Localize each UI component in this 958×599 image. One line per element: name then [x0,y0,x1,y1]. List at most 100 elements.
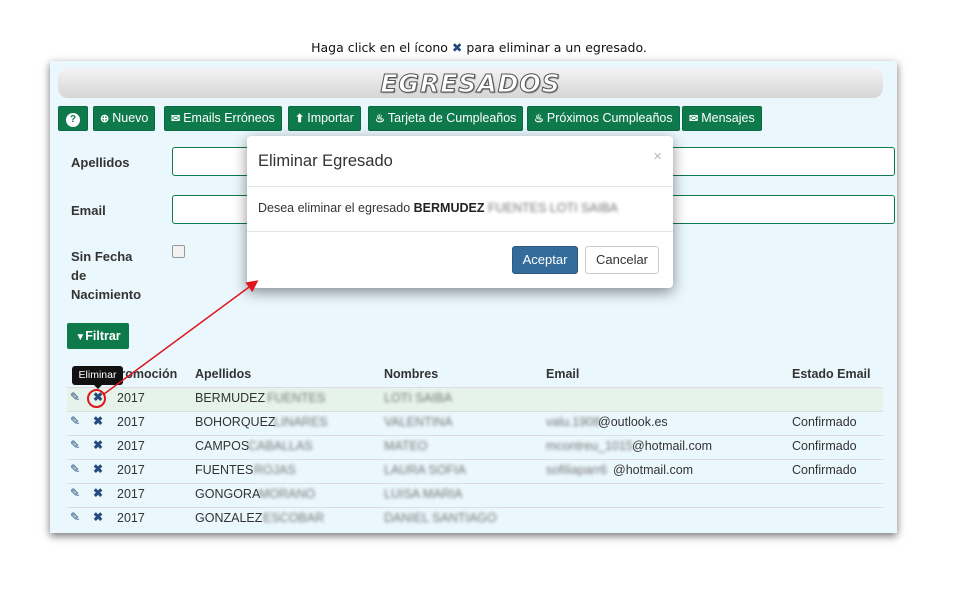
pencil-icon[interactable]: ✎ [70,486,80,500]
modal-message: Desea eliminar el egresado BERMUDEZ FUEN… [258,201,618,215]
close-icon[interactable]: ✖ [93,486,103,500]
table-row[interactable]: ✎ ✖ 2017 BOHORQUEZ LINARES VALENTINA val… [67,411,883,435]
modal-title: Eliminar Egresado [258,152,393,170]
sin-fecha-checkbox[interactable] [172,245,185,258]
nuevo-button[interactable]: ⊕ Nuevo [93,106,156,131]
instruction-text-before: Haga click en el ícono [311,40,448,55]
emails-erroneos-label: Emails Erróneos [183,111,275,125]
cancelar-button[interactable]: Cancelar [585,246,659,274]
nombres-cell: DANIEL SANTIAGO [384,511,497,525]
filtrar-button[interactable]: ▼Filtrar [67,323,129,349]
sin-fecha-label-1: Sin Fecha [71,249,133,264]
nombres-cell: LAURA SOFIA [384,463,466,477]
close-icon[interactable]: ✖ [93,510,103,524]
estado-cell: Confirmado [792,463,857,477]
header-apellidos[interactable]: Apellidos [195,367,251,381]
instruction-text-after: para eliminar a un egresado. [466,40,647,55]
modal-message-name-blurred: FUENTES LOTI SAIBA [487,201,618,215]
arrow-up-icon: ⬆ [295,113,305,125]
nombres-cell: MATEO [384,439,428,453]
apellido-blurred-cell: ROJAS [254,463,296,477]
email-label: Email [71,203,106,218]
nombres-cell: LUISA MARIA [384,487,463,501]
apellido-cell: CAMPOS [195,439,250,453]
close-icon[interactable]: ✖ [93,414,103,428]
close-icon[interactable]: × [653,148,662,165]
tarjeta-label: Tarjeta de Cumpleaños [387,111,517,125]
close-icon[interactable]: ✖ [93,438,103,452]
importar-label: Importar [307,111,354,125]
proximos-cumpleanos-button[interactable]: ♨ Próximos Cumpleaños [527,106,680,131]
sin-fecha-label-2: de [71,268,87,283]
table-row[interactable]: ✎ ✖ 2017 BERMUDEZ FUENTES LOTI SAIBA [67,387,883,411]
envelope-icon: ✉ [171,113,181,125]
email-domain-cell: @outlook.es [598,415,668,429]
table-row[interactable]: ✎ ✖ 2017 CAMPOS CABALLAS MATEO mcontreu_… [67,435,883,459]
help-button[interactable]: ? [58,106,88,131]
instruction-caption: Haga click en el ícono ✖ para eliminar a… [0,40,958,55]
filter-icon: ▼ [75,332,86,343]
header-estado-email[interactable]: Estado Email [792,367,871,381]
apellido-blurred-cell: CABALLAS [248,439,313,453]
promocion-cell: 2017 [117,463,145,477]
email-domain-cell: @hotmail.com [613,463,694,477]
egresados-panel: EGRESADOS ? ⊕ Nuevo ✉ Emails Erróneos ⬆ Imp… [50,61,897,533]
eliminar-tooltip: Eliminar [72,366,123,389]
envelope-icon: ✉ [689,113,699,125]
promocion-cell: 2017 [117,391,145,405]
modal-body: Desea eliminar el egresado BERMUDEZ FUEN… [247,187,673,232]
emails-erroneos-button[interactable]: ✉ Emails Erróneos [164,106,282,131]
promocion-cell: 2017 [117,511,145,525]
modal-message-prefix: Desea eliminar el egresado [258,201,411,215]
apellido-cell: BOHORQUEZ [195,415,276,429]
apellido-blurred-cell: ESCOBAR [263,511,325,525]
modal-header: Eliminar Egresado × [247,136,673,187]
birthday-cake-icon: ♨ [534,113,544,125]
page-title: EGRESADOS [380,69,561,99]
table-row[interactable]: ✎ ✖ 2017 FUENTES ROJAS LAURA SOFIA sofil… [67,459,883,483]
proximos-label: Próximos Cumpleaños [546,111,673,125]
pencil-icon[interactable]: ✎ [70,390,80,404]
close-icon[interactable]: ✖ [93,462,103,476]
promocion-cell: 2017 [117,487,145,501]
importar-button[interactable]: ⬆ Importar [288,106,361,131]
annotation-circle [87,389,106,408]
table-row[interactable]: ✎ ✖ 2017 GONGORA MORANO LUISA MARIA [67,483,883,507]
header-nombres[interactable]: Nombres [384,367,438,381]
mensajes-button[interactable]: ✉ Mensajes [682,106,762,131]
apellido-cell: GONGORA [195,487,261,501]
apellido-blurred-cell: LINARES [274,415,328,429]
email-domain-cell: @hotmail.com [632,439,713,453]
nuevo-label: Nuevo [112,111,149,125]
pencil-icon[interactable]: ✎ [70,462,80,476]
filtrar-label: Filtrar [85,329,121,343]
apellido-blurred-cell: MORANO [259,487,316,501]
eliminar-egresado-modal: Eliminar Egresado × Desea eliminar el eg… [247,136,673,288]
nombres-cell: LOTI SAIBA [384,391,453,405]
close-icon: ✖ [451,40,463,55]
plus-circle-icon: ⊕ [100,113,110,125]
apellido-cell: BERMUDEZ [195,391,266,405]
email-blurred-cell: valu.1908 [546,415,601,429]
table-row[interactable]: ✎ ✖ 2017 GONZALEZ ESCOBAR DANIEL SANTIAG… [67,507,883,531]
header-email[interactable]: Email [546,367,579,381]
email-blurred-cell: sofiliaparr6 [546,463,608,477]
aceptar-button[interactable]: Aceptar [512,246,578,274]
estado-cell: Confirmado [792,439,857,453]
pencil-icon[interactable]: ✎ [70,510,80,524]
apellidos-label: Apellidos [71,155,130,170]
apellido-blurred-cell: FUENTES [267,391,326,405]
mensajes-label: Mensajes [701,111,755,125]
pencil-icon[interactable]: ✎ [70,438,80,452]
sin-fecha-label-3: Nacimiento [71,287,142,302]
email-blurred-cell: mcontreu_1015 [546,439,633,453]
help-icon: ? [66,113,80,127]
pencil-icon[interactable]: ✎ [70,414,80,428]
promocion-cell: 2017 [117,439,145,453]
apellido-cell: FUENTES [195,463,254,477]
modal-message-name: BERMUDEZ [413,201,485,215]
estado-cell: Confirmado [792,415,857,429]
birthday-cake-icon: ♨ [375,113,385,125]
tarjeta-cumpleanos-button[interactable]: ♨ Tarjeta de Cumpleaños [368,106,524,131]
page-title-bar: EGRESADOS [58,68,883,99]
